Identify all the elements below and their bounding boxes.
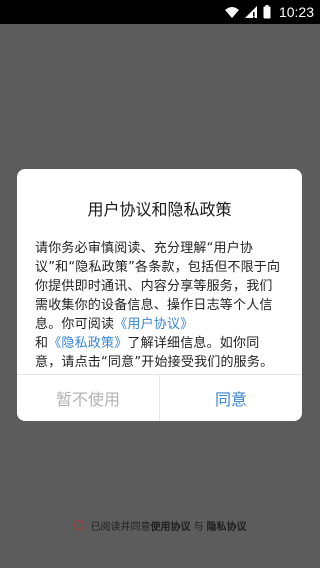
status-bar: 10:23 (0, 0, 320, 24)
dialog-actions: 暂不使用 同意 (17, 374, 302, 421)
privacy-agreement-link[interactable]: 隐私协议 (207, 518, 247, 533)
battery-icon (263, 5, 271, 19)
agreement-prefix: 已阅读并同意 (90, 521, 151, 533)
agreement-and: 与 (193, 521, 204, 533)
wifi-icon (224, 6, 239, 18)
agree-radio[interactable] (73, 520, 84, 530)
privacy-policy-link[interactable]: 《隐私政策》 (48, 336, 127, 351)
agreement-row: 已阅读并同意 使用协议 与 隐私协议 (0, 515, 320, 535)
dialog-body: 请你务必审慎阅读、充分理解“用户协议”和“隐私政策”各条款，包括但不限于向你提供… (35, 239, 285, 372)
not-now-button[interactable]: 暂不使用 (17, 375, 160, 421)
user-agreement-link[interactable]: 《用户协议》 (114, 317, 193, 332)
privacy-dialog: 用户协议和隐私政策 请你务必审慎阅读、充分理解“用户协议”和“隐私政策”各条款，… (17, 169, 302, 421)
agree-button[interactable]: 同意 (160, 375, 302, 421)
body-and: 和 (35, 336, 49, 351)
signal-icon (244, 6, 257, 18)
usage-agreement-link[interactable]: 使用协议 (151, 518, 191, 533)
status-time: 10:23 (278, 4, 314, 20)
dialog-title: 用户协议和隐私政策 (87, 200, 232, 219)
status-icons: 10:23 (224, 0, 314, 24)
